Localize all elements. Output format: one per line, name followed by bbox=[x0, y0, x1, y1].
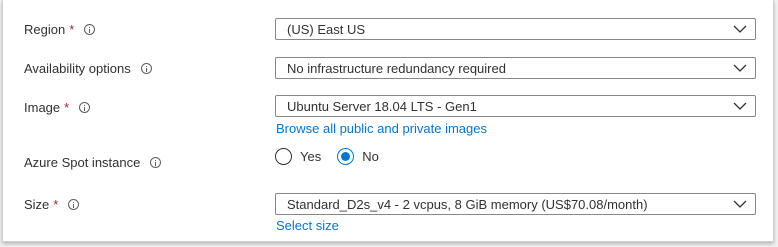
image-label: Image bbox=[24, 99, 61, 115]
region-label: Region bbox=[24, 21, 66, 37]
info-icon[interactable] bbox=[150, 156, 162, 168]
region-select[interactable]: (US) East US bbox=[275, 18, 756, 40]
info-icon[interactable] bbox=[140, 62, 152, 74]
image-label-row: Image * bbox=[24, 97, 91, 117]
select-size-link[interactable]: Select size bbox=[276, 218, 339, 233]
size-label-row: Size * bbox=[24, 194, 80, 214]
info-icon[interactable] bbox=[84, 23, 96, 35]
chevron-down-icon bbox=[733, 25, 747, 33]
spot-yes-radio[interactable] bbox=[275, 148, 292, 165]
availability-select[interactable]: No infrastructure redundancy required bbox=[275, 57, 756, 79]
availability-select-value: No infrastructure redundancy required bbox=[287, 60, 506, 76]
region-select-value: (US) East US bbox=[287, 21, 366, 37]
browse-images-link[interactable]: Browse all public and private images bbox=[276, 121, 487, 136]
required-asterisk: * bbox=[64, 99, 70, 115]
required-asterisk: * bbox=[53, 196, 59, 212]
image-select-value: Ubuntu Server 18.04 LTS - Gen1 bbox=[287, 98, 477, 114]
info-icon[interactable] bbox=[68, 198, 80, 210]
spot-no-radio[interactable] bbox=[337, 148, 355, 165]
spot-no-label[interactable]: No bbox=[362, 149, 379, 164]
size-label: Size bbox=[24, 196, 50, 212]
vm-basics-panel: Region * (US) East US Availability optio… bbox=[2, 0, 774, 242]
image-select[interactable]: Ubuntu Server 18.04 LTS - Gen1 bbox=[275, 95, 756, 117]
availability-label-row: Availability options bbox=[24, 58, 152, 78]
info-icon[interactable] bbox=[79, 101, 91, 113]
chevron-down-icon bbox=[733, 64, 747, 72]
spot-yes-label[interactable]: Yes bbox=[300, 149, 321, 164]
chevron-down-icon bbox=[733, 102, 747, 110]
chevron-down-icon bbox=[733, 200, 747, 208]
size-select-value: Standard_D2s_v4 - 2 vcpus, 8 GiB memory … bbox=[287, 196, 648, 212]
spot-label-row: Azure Spot instance bbox=[24, 152, 162, 172]
spot-radio-group: Yes No bbox=[275, 148, 395, 165]
size-select[interactable]: Standard_D2s_v4 - 2 vcpus, 8 GiB memory … bbox=[275, 193, 756, 215]
required-asterisk: * bbox=[69, 21, 75, 37]
region-label-row: Region * bbox=[24, 19, 96, 39]
spot-label: Azure Spot instance bbox=[24, 154, 141, 170]
availability-label: Availability options bbox=[24, 60, 131, 76]
